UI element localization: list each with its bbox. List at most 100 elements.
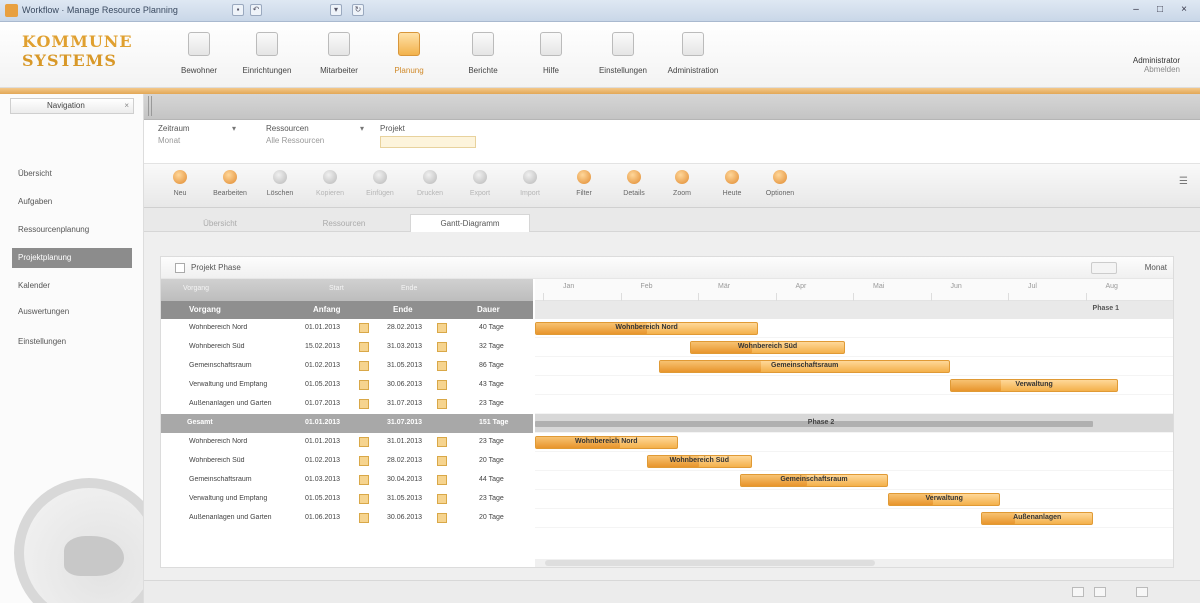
nav-item[interactable]: Projektplanung — [12, 248, 132, 268]
calendar-icon[interactable] — [437, 475, 447, 485]
toolbar-button[interactable]: Drucken — [410, 168, 450, 204]
column-header[interactable]: Anfang — [313, 305, 341, 314]
project-input[interactable] — [380, 136, 476, 148]
refresh-icon[interactable]: ↻ — [352, 4, 364, 16]
toolbar-button[interactable]: Optionen — [760, 168, 800, 204]
save-icon[interactable]: ▪ — [232, 4, 244, 16]
filter-resources[interactable]: Ressourcen Alle Ressourcen ▾ — [266, 124, 364, 145]
gantt-bar[interactable]: Wohnbereich Nord — [535, 322, 759, 335]
gantt-bar[interactable]: Wohnbereich Süd — [646, 455, 752, 468]
toolbar-button[interactable]: Filter — [564, 168, 604, 204]
calendar-icon[interactable] — [359, 437, 369, 447]
nav-tab[interactable]: Navigation × — [10, 98, 134, 114]
toolbar-button[interactable]: Bearbeiten — [210, 168, 250, 204]
table-row[interactable]: Wohnbereich Nord 01.01.2013 31.01.2013 23 T… — [161, 433, 533, 452]
calendar-icon[interactable] — [437, 342, 447, 352]
ribbon-button[interactable]: Berichte — [450, 30, 516, 82]
toolbar-button[interactable]: Einfügen — [360, 168, 400, 204]
status-icon[interactable] — [1072, 587, 1084, 597]
calendar-icon[interactable] — [437, 399, 447, 409]
table-row[interactable]: Gemeinschaftsraum 01.02.2013 31.05.2013 86 … — [161, 357, 533, 376]
panel-checkbox[interactable] — [175, 263, 185, 273]
gantt-bar[interactable]: Verwaltung — [950, 379, 1118, 392]
ribbon-button[interactable]: Planung — [376, 30, 442, 82]
gantt-bar[interactable]: Gemeinschaftsraum — [739, 474, 889, 487]
nav-item[interactable]: Ressourcenplanung — [12, 220, 132, 240]
calendar-icon[interactable] — [359, 399, 369, 409]
horizontal-scrollbar[interactable] — [535, 559, 1173, 567]
qat-icon[interactable]: ▾ — [330, 4, 342, 16]
nav-item[interactable]: Auswertungen — [12, 302, 132, 322]
ribbon-button[interactable]: Hilfe — [518, 30, 584, 82]
table-row[interactable]: Gemeinschaftsraum 01.03.2013 30.04.2013 44 … — [161, 471, 533, 490]
nav-item[interactable]: Kalender — [12, 276, 132, 296]
toolbar-button[interactable]: Kopieren — [310, 168, 350, 204]
filter-period[interactable]: Zeitraum Monat ▾ — [158, 124, 236, 145]
tab[interactable]: Gantt-Diagramm — [410, 214, 530, 232]
gantt-bar[interactable]: Verwaltung — [888, 493, 1000, 506]
gantt-bar[interactable]: Außenanlagen — [981, 512, 1093, 525]
gantt-bar[interactable]: Wohnbereich Nord — [535, 436, 678, 449]
calendar-icon[interactable] — [359, 380, 369, 390]
zoom-control[interactable] — [1091, 262, 1117, 274]
calendar-icon[interactable] — [359, 475, 369, 485]
close-icon[interactable]: × — [1172, 2, 1196, 18]
calendar-icon[interactable] — [437, 456, 447, 466]
menu-icon[interactable]: ☰ — [1179, 176, 1188, 187]
calendar-icon[interactable] — [437, 494, 447, 504]
ribbon-button[interactable]: Einstellungen — [590, 30, 656, 82]
calendar-icon[interactable] — [359, 361, 369, 371]
table-row[interactable]: Wohnbereich Nord 01.01.2013 28.02.2013 40 T… — [161, 319, 533, 338]
toolbar-button[interactable]: Zoom — [662, 168, 702, 204]
calendar-icon[interactable] — [437, 323, 447, 333]
scroll-thumb[interactable] — [545, 560, 875, 566]
chevron-down-icon[interactable]: ▾ — [360, 124, 364, 133]
table-row[interactable]: Verwaltung und Empfang 01.05.2013 31.05.20… — [161, 490, 533, 509]
toolbar-button[interactable]: Neu — [160, 168, 200, 204]
toolbar-button[interactable]: Import — [510, 168, 550, 204]
user-info[interactable]: Administrator Abmelden — [1133, 56, 1180, 74]
grip-icon[interactable] — [148, 96, 152, 116]
column-header[interactable]: Ende — [393, 305, 413, 314]
table-row[interactable]: Außenanlagen und Garten 01.06.2013 30.06.2… — [161, 509, 533, 528]
filter-value[interactable]: Alle Ressourcen — [266, 136, 324, 145]
calendar-icon[interactable] — [359, 323, 369, 333]
ribbon-button[interactable]: Mitarbeiter — [306, 30, 372, 82]
maximize-icon[interactable]: □ — [1148, 2, 1172, 18]
toolbar-button[interactable]: Löschen — [260, 168, 300, 204]
table-row[interactable]: Wohnbereich Süd 01.02.2013 28.02.2013 20 Ta… — [161, 452, 533, 471]
ribbon-button[interactable]: Administration — [660, 30, 726, 82]
ribbon-button[interactable]: Bewohner — [166, 30, 232, 82]
status-icon[interactable] — [1136, 587, 1148, 597]
toolbar-button[interactable]: Heute — [712, 168, 752, 204]
nav-item[interactable]: Übersicht — [12, 164, 132, 184]
ribbon-button[interactable]: Einrichtungen — [234, 30, 300, 82]
table-row[interactable]: Verwaltung und Empfang 01.05.2013 30.06.20… — [161, 376, 533, 395]
scale-label[interactable]: Monat — [1145, 263, 1167, 272]
chevron-down-icon[interactable]: ▾ — [232, 124, 236, 133]
calendar-icon[interactable] — [359, 342, 369, 352]
calendar-icon[interactable] — [359, 494, 369, 504]
table-row[interactable]: Wohnbereich Süd 15.02.2013 31.03.2013 32 Ta… — [161, 338, 533, 357]
tab[interactable]: Ressourcen — [284, 214, 404, 232]
close-icon[interactable]: × — [124, 99, 129, 113]
minimize-icon[interactable]: – — [1124, 2, 1148, 18]
logout-link[interactable]: Abmelden — [1133, 65, 1180, 74]
calendar-icon[interactable] — [437, 380, 447, 390]
undo-icon[interactable]: ↶ — [250, 4, 262, 16]
calendar-icon[interactable] — [437, 437, 447, 447]
tab[interactable]: Übersicht — [160, 214, 280, 232]
gantt-bar[interactable]: Gemeinschaftsraum — [659, 360, 951, 373]
filter-value[interactable]: Monat — [158, 136, 190, 145]
gantt-bar[interactable]: Wohnbereich Süd — [690, 341, 845, 354]
nav-item[interactable]: Aufgaben — [12, 192, 132, 212]
filter-project[interactable]: Projekt — [380, 124, 476, 148]
status-icon[interactable] — [1094, 587, 1106, 597]
calendar-icon[interactable] — [359, 513, 369, 523]
column-header[interactable]: Dauer — [477, 305, 500, 314]
table-row[interactable]: Außenanlagen und Garten 01.07.2013 31.07.2… — [161, 395, 533, 414]
table-row[interactable]: Gesamt 01.01.2013 31.07.2013 151 Tage — [161, 414, 533, 433]
toolbar-button[interactable]: Export — [460, 168, 500, 204]
toolbar-button[interactable]: Details — [614, 168, 654, 204]
calendar-icon[interactable] — [437, 361, 447, 371]
